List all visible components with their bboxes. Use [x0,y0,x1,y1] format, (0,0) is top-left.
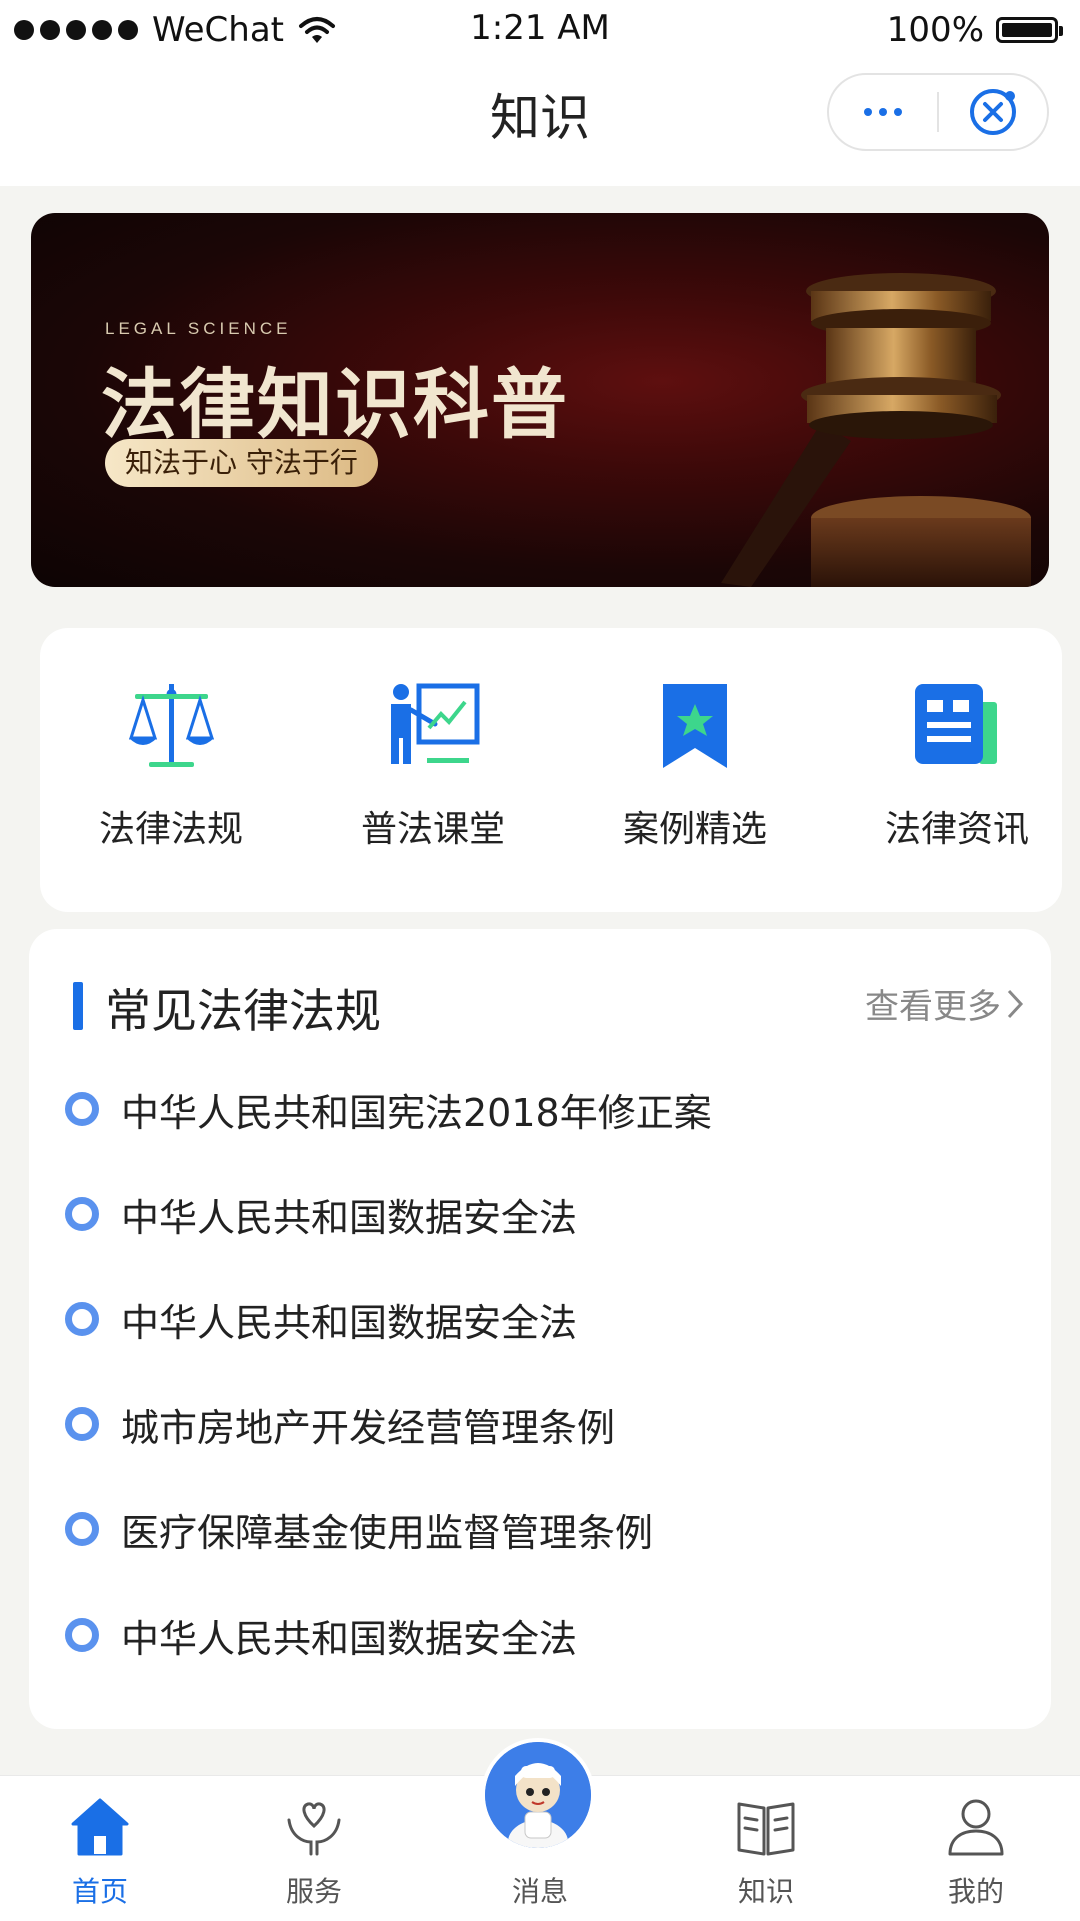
gavel-image [721,273,1031,587]
menu-label: 普法课堂 [360,809,505,850]
close-target-icon [970,89,1016,135]
carrier-name: WeChat [152,10,284,50]
bullet-icon [65,1092,99,1126]
menu-label: 案例精选 [622,809,767,850]
tab-label: 知识 [737,1875,794,1908]
menu-item-cases[interactable]: 案例精选 [564,628,826,912]
battery-percent: 100% [886,10,984,50]
heart-hands-icon [287,1802,341,1856]
menu-label: 法律资讯 [884,809,1029,850]
bullet-icon [65,1512,99,1546]
law-title: 中华人民共和国数据安全法 [121,1195,578,1240]
tab-mine[interactable]: 我的 [886,1776,1066,1921]
scales-icon [128,684,215,767]
section-accent-bar [73,982,83,1030]
menu-item-classroom[interactable]: 普法课堂 [302,628,564,912]
law-title: 中华人民共和国宪法2018年修正案 [121,1090,712,1135]
law-title: 中华人民共和国数据安全法 [121,1300,578,1345]
chevron-right-icon [1007,989,1024,1018]
menu-item-laws[interactable]: 法律法规 [40,628,302,912]
book-icon [737,1802,795,1856]
law-item[interactable]: 医疗保障基金使用监督管理条例 [65,1499,1015,1559]
battery-icon [996,17,1063,43]
mini-program-capsule [827,73,1049,151]
see-more-label: 查看更多 [865,987,1001,1027]
home-icon [71,1798,129,1856]
law-item[interactable]: 中华人民共和国数据安全法 [65,1184,1015,1244]
law-title: 城市房地产开发经营管理条例 [121,1405,616,1450]
news-icon [915,684,997,764]
tab-knowledge[interactable]: 知识 [676,1776,856,1921]
nav-bar: 知识 [0,60,1080,186]
more-button[interactable] [829,75,937,149]
law-title: 中华人民共和国数据安全法 [121,1616,578,1661]
more-dots-icon [864,108,902,116]
wifi-icon [299,17,335,43]
status-right: 100% [887,10,1080,50]
mascot-icon [485,1742,591,1848]
quick-menu: 法律法规 普法课堂 案例精选 法律资讯 [40,628,1062,912]
user-icon [948,1799,1004,1856]
center-mascot-button[interactable] [481,1738,595,1852]
presentation-icon [391,683,480,764]
law-title: 医疗保障基金使用监督管理条例 [121,1510,654,1555]
status-bar: WeChat 1:21 AM 100% [0,0,1080,60]
law-item[interactable]: 中华人民共和国宪法2018年修正案 [65,1079,1015,1139]
law-item[interactable]: 城市房地产开发经营管理条例 [65,1394,1015,1454]
promo-banner[interactable]: LEGAL SCIENCE 法律知识科普 知法于心 守法于行 [31,213,1049,587]
banner-title: 法律知识科普 [101,360,569,449]
banner-slogan: 知法于心 守法于行 [105,439,378,487]
bullet-icon [65,1197,99,1231]
law-item[interactable]: 中华人民共和国数据安全法 [65,1605,1015,1665]
status-left: WeChat [0,10,336,50]
tab-label: 服务 [285,1875,342,1908]
bookmark-star-icon [663,684,727,768]
see-more-link[interactable]: 查看更多 [865,979,1025,1028]
menu-label: 法律法规 [98,809,243,850]
laws-section: 常见法律法规 查看更多 中华人民共和国宪法2018年修正案 中华人民共和国数据安… [29,929,1051,1729]
bullet-icon [65,1407,99,1441]
bullet-icon [65,1302,99,1336]
close-button[interactable] [939,75,1047,149]
law-item[interactable]: 中华人民共和国数据安全法 [65,1289,1015,1349]
section-title: 常见法律法规 [105,984,381,1038]
tab-label: 消息 [511,1875,568,1908]
banner-subtitle: LEGAL SCIENCE [105,319,292,338]
menu-item-news[interactable]: 法律资讯 [826,628,1080,912]
tab-label: 我的 [947,1875,1004,1908]
tab-home[interactable]: 首页 [10,1776,190,1921]
tab-services[interactable]: 服务 [224,1776,404,1921]
tab-label: 首页 [71,1875,128,1908]
bullet-icon [65,1618,99,1652]
signal-icon [14,20,138,40]
